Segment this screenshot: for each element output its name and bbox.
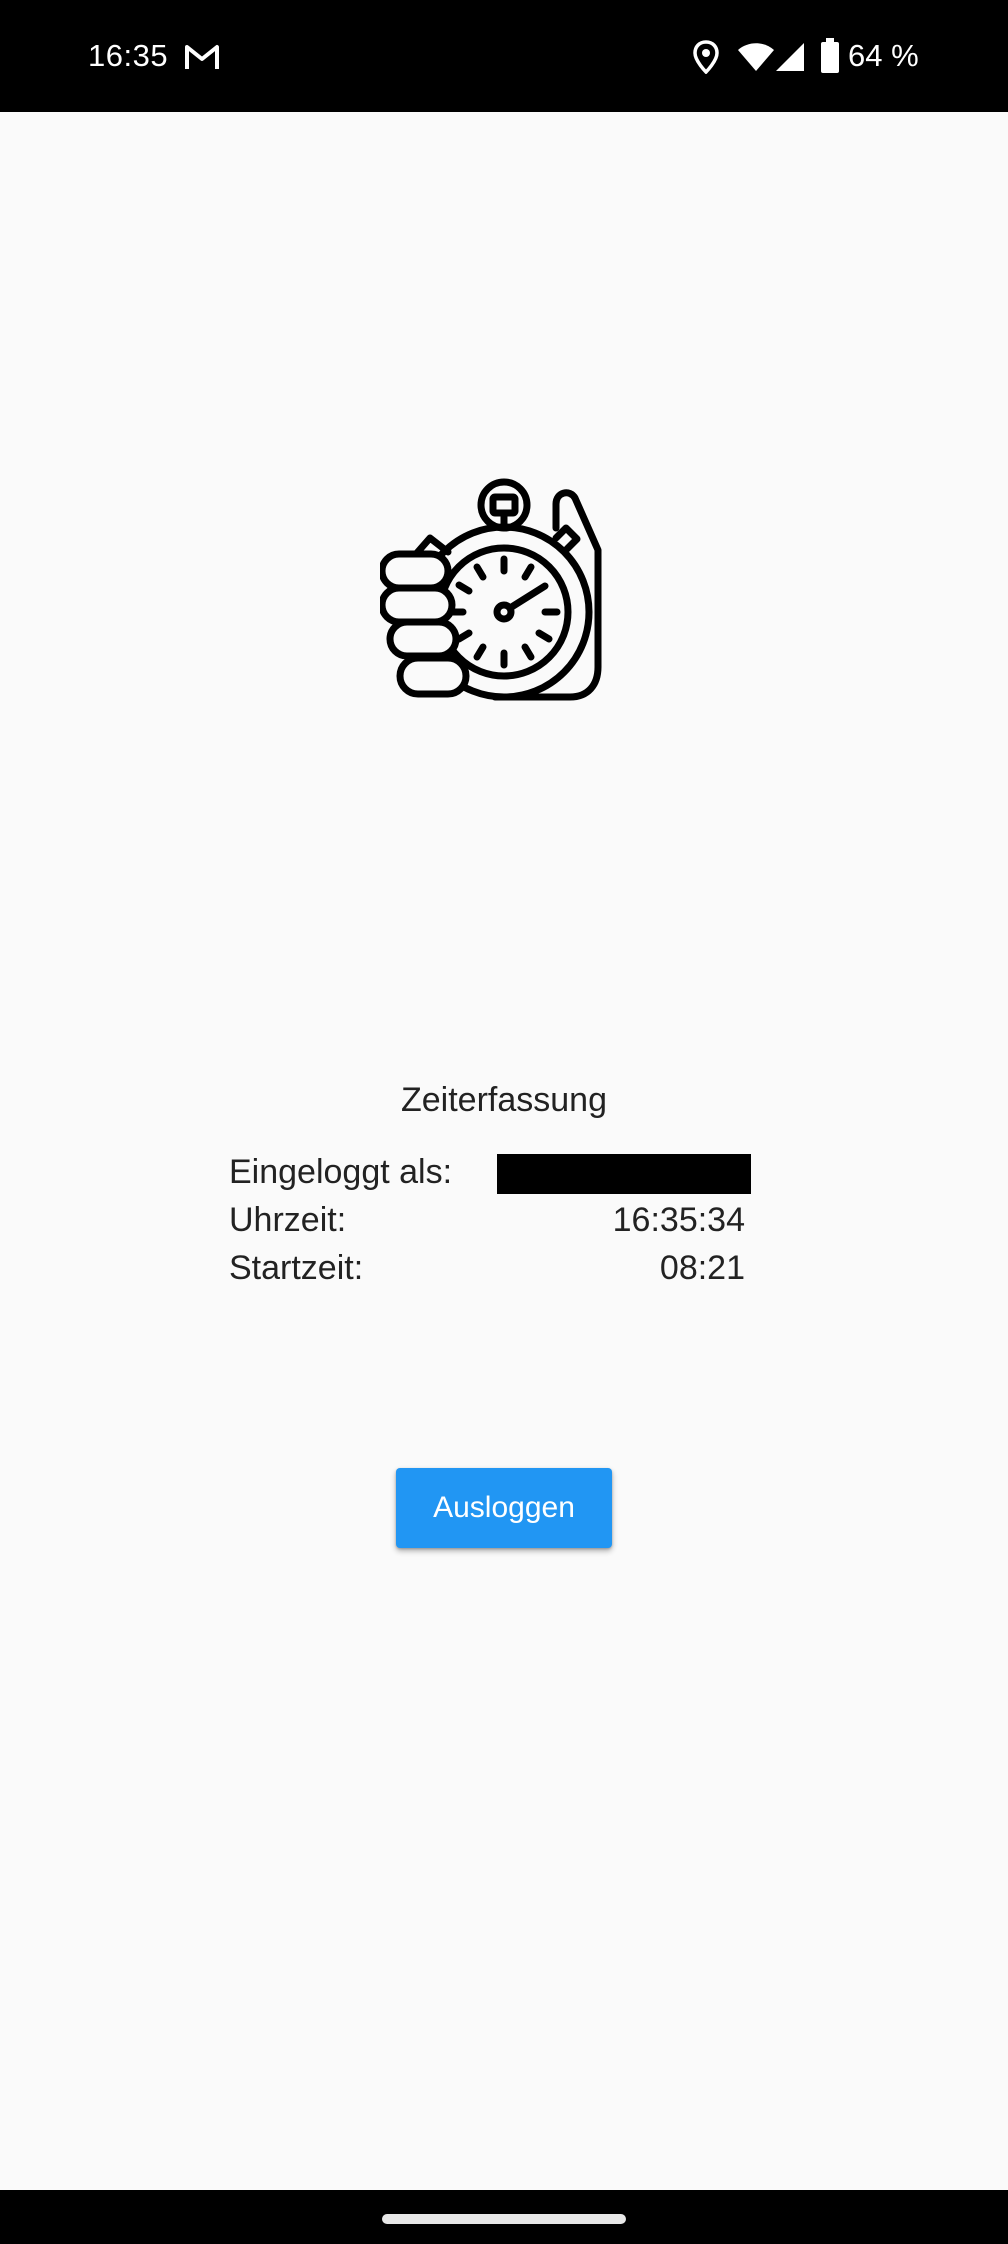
redacted-username bbox=[497, 1154, 751, 1194]
home-gesture-handle[interactable] bbox=[382, 2214, 626, 2224]
battery-percentage: 64 % bbox=[848, 38, 919, 73]
app-screen: 16:35 64 % Zeiterfassung Eingeloggt als:… bbox=[0, 0, 1008, 2244]
info-row-logged-in-as: Eingeloggt als: bbox=[229, 1148, 751, 1196]
page-title: Zeiterfassung bbox=[401, 1081, 607, 1119]
time-label: Uhrzeit: bbox=[229, 1201, 347, 1239]
status-bar: 16:35 64 % bbox=[0, 0, 1008, 112]
start-time-label: Startzeit: bbox=[229, 1249, 364, 1287]
session-info: Eingeloggt als: Uhrzeit: 16:35:34 Startz… bbox=[229, 1148, 751, 1292]
stopwatch-in-hand-icon bbox=[380, 478, 602, 701]
info-row-time: Uhrzeit: 16:35:34 bbox=[229, 1196, 751, 1244]
location-icon bbox=[693, 40, 719, 74]
signal-icon bbox=[776, 43, 804, 71]
logout-button[interactable]: Ausloggen bbox=[396, 1468, 612, 1548]
wifi-icon bbox=[738, 43, 774, 71]
time-value: 16:35:34 bbox=[612, 1201, 745, 1239]
gmail-icon bbox=[185, 45, 219, 69]
battery-icon bbox=[821, 38, 839, 73]
status-time: 16:35 bbox=[88, 38, 169, 73]
logged-in-as-label: Eingeloggt als: bbox=[229, 1153, 453, 1191]
start-time-value: 08:21 bbox=[659, 1249, 745, 1287]
info-row-start-time: Startzeit: 08:21 bbox=[229, 1244, 751, 1292]
